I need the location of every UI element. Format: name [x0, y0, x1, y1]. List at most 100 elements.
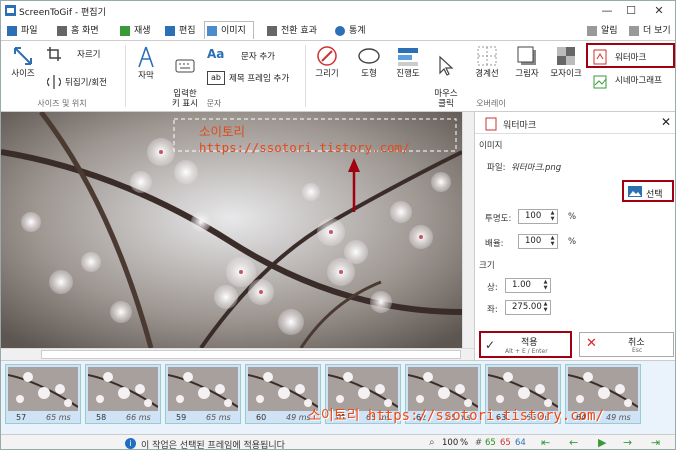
ellipse-icon: [358, 48, 380, 64]
shapes-button[interactable]: 도형: [351, 45, 387, 79]
caption-icon: [138, 46, 154, 68]
frame-delay: 66 ms: [126, 413, 151, 422]
cinemagraph-button[interactable]: 시네마그래프: [589, 73, 675, 93]
select-label: 선택: [646, 190, 663, 200]
tab-transitions[interactable]: 전환 효과: [265, 22, 329, 40]
frame-count-selected: 65: [500, 438, 511, 448]
cancel-button[interactable]: ✕ 취소 Esc: [579, 332, 674, 357]
group-label-text: 문자: [206, 99, 222, 108]
zoom-value[interactable]: 100: [442, 438, 458, 448]
frame-thumbnail-image: [168, 367, 238, 411]
more-button[interactable]: 더 보기: [627, 22, 675, 40]
close-icon: ✕: [586, 336, 597, 351]
group-label-overlay: 오버레이: [476, 99, 506, 108]
select-image-button[interactable]: 선택: [622, 180, 674, 202]
info-icon: i: [125, 438, 136, 449]
mosaic-button[interactable]: 모자이크: [547, 45, 585, 79]
spinner-arrows[interactable]: ▲ ▼: [549, 210, 556, 223]
tab-file[interactable]: 파일: [5, 22, 49, 40]
apply-button[interactable]: ✓ 적용 Alt + E / Enter: [479, 331, 572, 358]
border-button[interactable]: 경계선: [469, 45, 505, 79]
divider: [475, 133, 675, 134]
spinner-arrows[interactable]: ▲ ▼: [542, 301, 549, 314]
tab-label: 편집: [179, 26, 196, 36]
resize-icon: [14, 47, 32, 65]
minimize-button[interactable]: —: [595, 3, 619, 19]
frame-thumbnail[interactable]: 59 65 ms: [165, 364, 241, 424]
tab-playback[interactable]: 재생: [118, 22, 162, 40]
shadow-icon: [517, 46, 536, 65]
next-frame-button[interactable]: →: [623, 436, 632, 449]
play-icon: [120, 26, 130, 36]
frame-thumbnail-image: [88, 367, 158, 411]
menu-tabs: 파일 홈 화면 재생 편집 이미지 전환 효과 통계 알림 더 보기: [1, 21, 675, 40]
resize-label: 사이즈: [11, 69, 35, 79]
file-label: 파일:: [487, 163, 506, 173]
transition-icon: [267, 26, 277, 36]
home-icon: [57, 26, 67, 36]
tab-label: 파일: [21, 26, 38, 36]
vertical-scrollbar[interactable]: [462, 112, 474, 348]
resize-button[interactable]: 사이즈: [5, 45, 41, 79]
frame-number: 58: [96, 413, 107, 422]
app-icon: [5, 5, 16, 16]
frames-icon: #: [475, 438, 483, 448]
frame-thumbnail[interactable]: 57 65 ms: [5, 364, 81, 424]
top-value: 1.00: [512, 280, 531, 290]
highlight-box: [586, 43, 675, 68]
opacity-input[interactable]: 100 ▲ ▼: [518, 209, 558, 224]
draw-button[interactable]: 그리기: [309, 45, 345, 79]
strip-watermark-text: 소이토리 https://ssotori.tistory.com/: [308, 408, 604, 424]
cinemagraph-icon: [593, 75, 607, 89]
editor-window: ScreenToGif - 편집기 — ☐ ✕ 파일 홈 화면 재생 편집 이미…: [0, 0, 676, 450]
tab-image[interactable]: 이미지: [204, 21, 254, 39]
top-label: 상:: [487, 283, 498, 293]
tab-home[interactable]: 홈 화면: [55, 22, 113, 40]
alerts-button[interactable]: 알림: [585, 22, 625, 40]
info-icon: [335, 26, 345, 36]
scale-unit: %: [568, 237, 577, 247]
scale-input[interactable]: 100 ▲ ▼: [518, 234, 558, 249]
first-frame-button[interactable]: ⇤: [541, 436, 550, 449]
left-value: 275.00: [512, 302, 542, 312]
horizontal-scrollbar[interactable]: [1, 348, 474, 360]
top-input[interactable]: 1.00 ▲ ▼: [505, 278, 551, 293]
draw-label: 그리기: [315, 69, 339, 79]
spinner-arrows[interactable]: ▲ ▼: [542, 279, 549, 292]
mosaic-icon: [557, 47, 575, 65]
cursor-icon: [439, 55, 454, 76]
window-title: ScreenToGif - 편집기: [19, 8, 106, 18]
close-window-button[interactable]: ✕: [647, 3, 671, 19]
shadow-button[interactable]: 그림자: [509, 45, 545, 79]
frame-thumbnail[interactable]: 58 66 ms: [85, 364, 161, 424]
tab-statistics[interactable]: 통계: [333, 22, 373, 40]
save-icon: [7, 26, 17, 36]
shapes-label: 도형: [361, 69, 377, 79]
frame-strip: 57 65 ms 58 66 ms 59 65 ms 60 49 ms 61 65 ms 62 65 …: [1, 360, 675, 434]
progress-button[interactable]: 진행도: [391, 45, 425, 79]
border-label: 경계선: [475, 69, 499, 79]
cinemagraph-label: 시네마그래프: [615, 76, 662, 86]
watermark-overlay[interactable]: 소이토리 https://ssotori.tistory.com/: [199, 121, 462, 155]
zoom-icon: ⌕: [429, 437, 435, 448]
border-icon: [477, 46, 497, 66]
spinner-arrows[interactable]: ▲ ▼: [549, 235, 556, 248]
last-frame-button[interactable]: ⇥: [651, 436, 660, 449]
image-icon: [207, 26, 217, 36]
status-bar: i 이 작업은 선택된 프레임에 적용됩니다 ⌕ 100 % # 65 65 6…: [1, 434, 675, 449]
title-bar: ScreenToGif - 편집기 — ☐ ✕: [1, 1, 675, 21]
caption-button[interactable]: 자막: [129, 45, 163, 81]
opacity-value: 100: [525, 211, 542, 221]
previous-frame-button[interactable]: ←: [569, 436, 578, 449]
left-input[interactable]: 275.00 ▲ ▼: [505, 300, 551, 315]
left-label: 좌:: [487, 305, 498, 315]
close-panel-icon[interactable]: ✕: [661, 115, 671, 129]
scale-label: 배율:: [485, 239, 504, 249]
scroll-thumb[interactable]: [41, 350, 461, 359]
play-button[interactable]: ▶: [598, 436, 606, 449]
more-label: 더 보기: [643, 26, 671, 36]
progress-label: 진행도: [396, 69, 420, 79]
tab-edit[interactable]: 편집: [163, 22, 203, 40]
crop-label: 자르기: [77, 50, 101, 60]
maximize-button[interactable]: ☐: [619, 3, 643, 19]
